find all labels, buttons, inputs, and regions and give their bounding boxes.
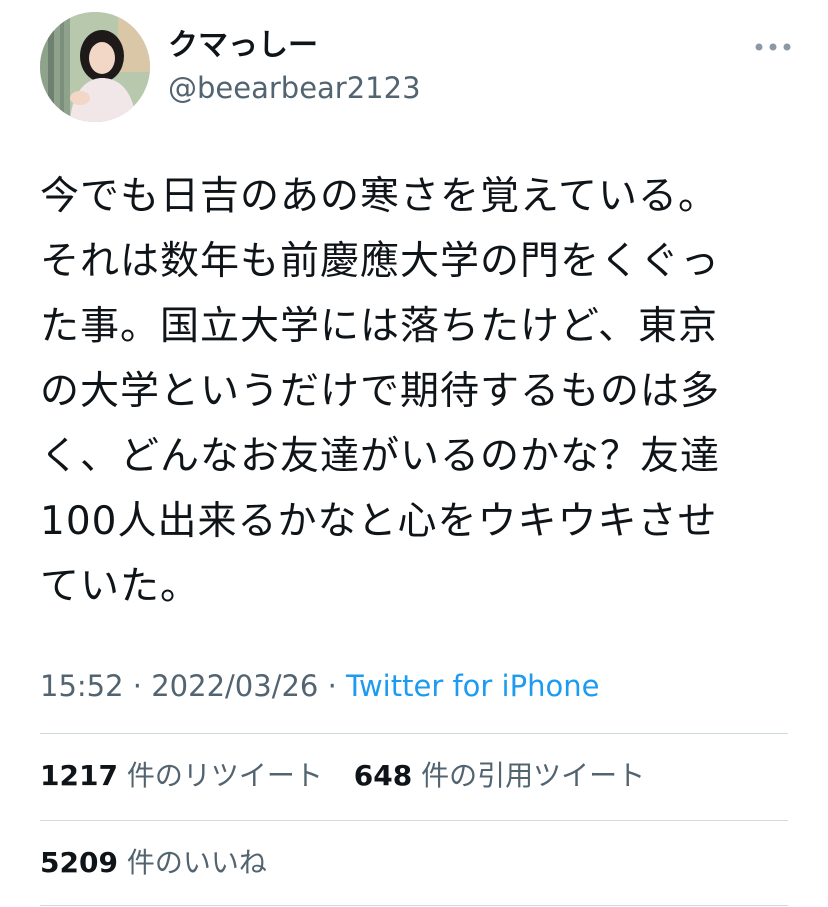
- avatar[interactable]: [40, 12, 150, 122]
- meta-separator: ·: [327, 669, 337, 703]
- quote-tweets-count: 648: [353, 759, 413, 792]
- tweet-text-line: の大学というだけで期待するものは多: [40, 369, 721, 414]
- tweet-time[interactable]: 15:52: [40, 669, 124, 703]
- meta-separator: ·: [132, 669, 143, 703]
- likes-stat[interactable]: 5209 件のいいね: [40, 843, 267, 883]
- likes-row: 5209 件のいいね: [40, 843, 289, 883]
- quote-tweets-stat[interactable]: 648 件の引用ツイート: [354, 756, 645, 796]
- likes-count: 5209: [40, 846, 118, 879]
- tweet-text-line: 今でも日吉のあの寒さを覚えている。: [40, 174, 719, 219]
- tweet-date[interactable]: 2022/03/26: [151, 669, 318, 703]
- tweet-text-line: それは数年も前慶應大学の門をくぐっ: [40, 239, 721, 284]
- divider: [40, 733, 788, 734]
- retweets-label: 件のリツイート: [126, 759, 323, 792]
- tweet-text: 今でも日吉のあの寒さを覚えている。 それは数年も前慶應大学の門をくぐっ た事。国…: [40, 164, 800, 619]
- tweet-text-line: た事。国立大学には落ちたけど、東京: [40, 304, 719, 349]
- likes-label: 件のいいね: [126, 846, 267, 879]
- divider: [40, 905, 788, 906]
- engagement-row: 1217 件のリツイート 648 件の引用ツイート: [40, 756, 667, 796]
- retweets-stat[interactable]: 1217 件のリツイート: [40, 756, 323, 796]
- tweet-metadata: 15:52 · 2022/03/26 · Twitter for iPhone: [40, 664, 599, 708]
- more-horizontal-icon[interactable]: [748, 32, 798, 62]
- user-handle[interactable]: @beearbear2123: [168, 68, 421, 108]
- tweet-text-line: ていた。: [40, 564, 201, 609]
- retweets-count: 1217: [40, 759, 118, 792]
- divider: [40, 820, 788, 821]
- tweet-text-line: く、どんなお友達がいるのかな？友達: [40, 434, 721, 479]
- tweet-text-line: 100人出来るかなと心をウキウキさせ: [40, 499, 718, 544]
- quote-tweets-label: 件の引用ツイート: [421, 759, 646, 792]
- tweet-source-link[interactable]: Twitter for iPhone: [346, 669, 599, 703]
- display-name[interactable]: クマっしー: [168, 26, 318, 66]
